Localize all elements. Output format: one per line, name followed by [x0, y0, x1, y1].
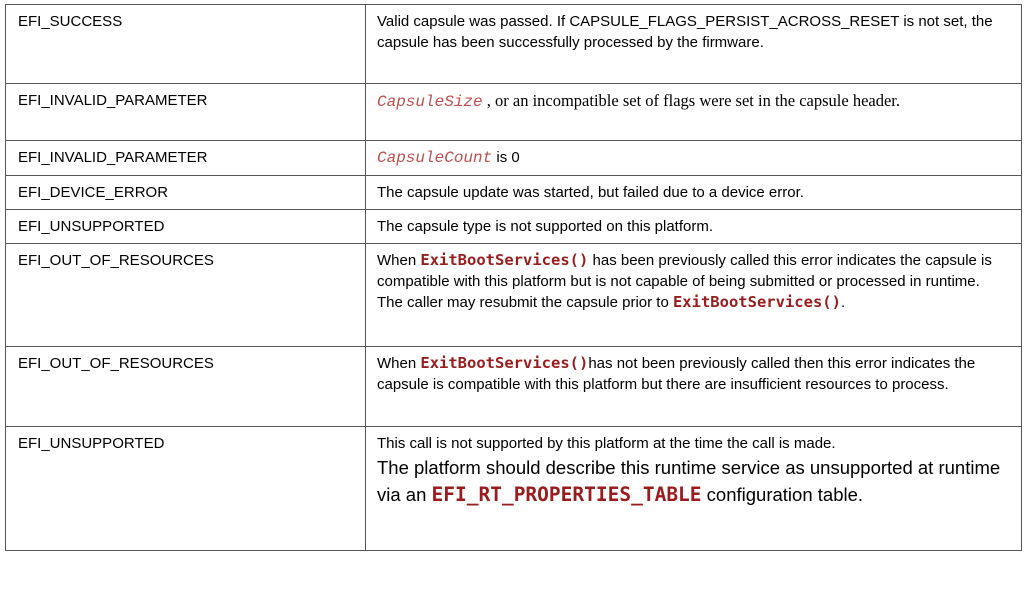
- table-row: EFI_SUCCESS Valid capsule was passed. If…: [5, 4, 1022, 84]
- description-text: is 0: [492, 149, 520, 166]
- description-text: When: [377, 252, 421, 269]
- description-text-large: The platform should describe this runtim…: [377, 454, 1009, 508]
- table-row: EFI_UNSUPPORTED This call is not support…: [5, 426, 1022, 551]
- table-row: EFI_OUT_OF_RESOURCES When ExitBootServic…: [5, 346, 1022, 427]
- table-row: EFI_INVALID_PARAMETER CapsuleCount is 0: [5, 140, 1022, 176]
- status-code: EFI_SUCCESS: [5, 4, 366, 84]
- table-name: EFI_RT_PROPERTIES_TABLE: [431, 483, 702, 506]
- table-row: EFI_UNSUPPORTED The capsule type is not …: [5, 209, 1022, 244]
- status-description: CapsuleSize , or an incompatible set of …: [365, 83, 1022, 141]
- description-text: , or an incompatible set of flags were s…: [482, 91, 901, 110]
- status-description: Valid capsule was passed. If CAPSULE_FLA…: [365, 4, 1022, 84]
- status-description: The capsule update was started, but fail…: [365, 175, 1022, 210]
- description-text: configuration table.: [701, 484, 864, 505]
- table-row: EFI_INVALID_PARAMETER CapsuleSize , or a…: [5, 83, 1022, 141]
- description-text: .: [840, 294, 846, 311]
- status-code: EFI_OUT_OF_RESOURCES: [5, 346, 366, 427]
- status-description: When ExitBootServices() has been previou…: [365, 243, 1022, 347]
- description-text: When: [377, 355, 421, 372]
- status-code: EFI_OUT_OF_RESOURCES: [5, 243, 366, 347]
- status-code: EFI_INVALID_PARAMETER: [5, 83, 366, 141]
- status-description: CapsuleCount is 0: [365, 140, 1022, 176]
- table-row: EFI_OUT_OF_RESOURCES When ExitBootServic…: [5, 243, 1022, 347]
- status-code: EFI_UNSUPPORTED: [5, 209, 366, 244]
- parameter-name: CapsuleSize: [377, 93, 483, 111]
- function-name: ExitBootServices(): [420, 251, 589, 269]
- parameter-name: CapsuleCount: [377, 149, 493, 167]
- table-row: EFI_DEVICE_ERROR The capsule update was …: [5, 175, 1022, 210]
- status-code: EFI_UNSUPPORTED: [5, 426, 366, 551]
- description-text: This call is not supported by this platf…: [377, 435, 836, 452]
- status-code: EFI_DEVICE_ERROR: [5, 175, 366, 210]
- function-name: ExitBootServices(): [420, 354, 589, 372]
- function-name: ExitBootServices(): [672, 293, 841, 311]
- status-description: When ExitBootServices()has not been prev…: [365, 346, 1022, 427]
- status-codes-table: EFI_SUCCESS Valid capsule was passed. If…: [5, 4, 1022, 551]
- status-code: EFI_INVALID_PARAMETER: [5, 140, 366, 176]
- status-description: The capsule type is not supported on thi…: [365, 209, 1022, 244]
- status-description: This call is not supported by this platf…: [365, 426, 1022, 551]
